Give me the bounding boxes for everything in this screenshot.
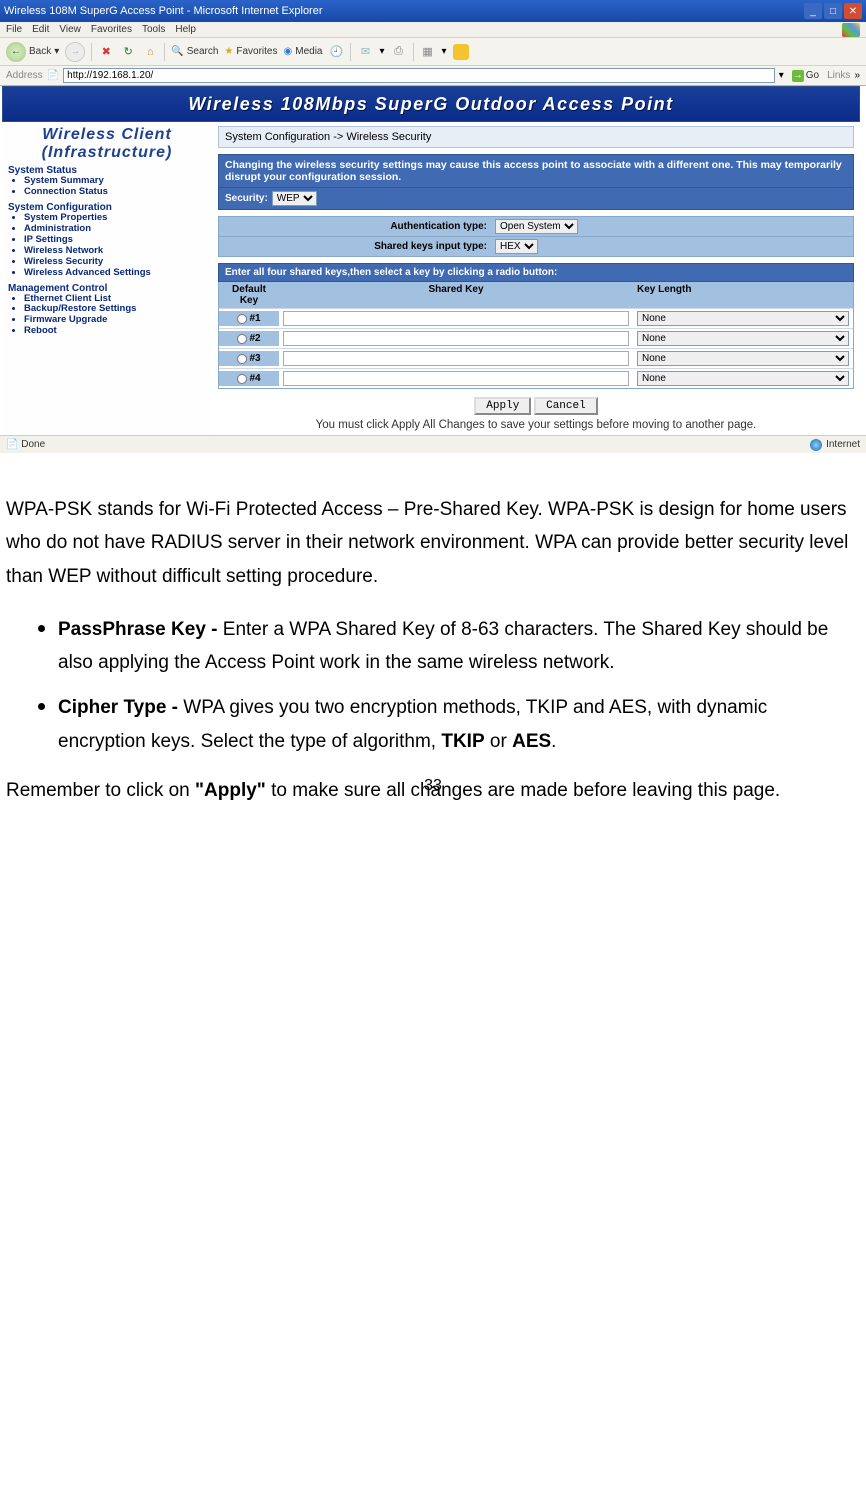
sidebar-item-wireless-advanced[interactable]: Wireless Advanced Settings <box>24 268 206 279</box>
stop-icon[interactable]: ✖ <box>98 44 114 60</box>
key1-input[interactable] <box>283 311 629 326</box>
edit-icon[interactable]: ▦ <box>420 44 436 60</box>
key-row-3: #3 None <box>219 348 853 368</box>
input-type-row: Shared keys input type: HEX <box>218 237 854 257</box>
status-bar: 📄 Done Internet <box>0 435 866 453</box>
sidebar-item-connection-status[interactable]: Connection Status <box>24 187 206 198</box>
search-button[interactable]: 🔍Search <box>171 46 218 57</box>
address-label: Address <box>6 70 43 81</box>
security-label: Security: <box>225 193 268 204</box>
dropdown-icon[interactable]: ▾ <box>779 70 784 81</box>
sidebar-item-wireless-security[interactable]: Wireless Security <box>24 257 206 268</box>
page-icon: 📄 <box>47 70 59 81</box>
bullet-passphrase: PassPhrase Key - Enter a WPA Shared Key … <box>58 609 860 680</box>
menu-tools[interactable]: Tools <box>142 24 165 35</box>
key4-input[interactable] <box>283 371 629 386</box>
ap-banner: Wireless 108Mbps SuperG Outdoor Access P… <box>2 86 860 122</box>
status-right: Internet <box>810 439 860 451</box>
menu-file[interactable]: File <box>6 24 22 35</box>
menu-favorites[interactable]: Favorites <box>91 24 132 35</box>
auth-row: Authentication type: Open System <box>218 216 854 237</box>
menu-bar: File Edit View Favorites Tools Help <box>0 22 866 38</box>
input-type-label: Shared keys input type: <box>219 239 493 254</box>
document-body: WPA-PSK stands for Wi-Fi Protected Acces… <box>0 453 866 807</box>
key-row-2: #2 None <box>219 328 853 348</box>
ie-toolbar: ← Back ▾ → ✖ ↻ ⌂ 🔍Search ★Favorites ◉Med… <box>0 38 866 66</box>
windows-logo-icon <box>842 23 860 37</box>
dropdown-icon[interactable]: ▾ <box>442 46 447 57</box>
maximize-button[interactable]: □ <box>824 3 842 19</box>
go-arrow-icon: → <box>792 70 804 82</box>
window-titlebar: Wireless 108M SuperG Access Point - Micr… <box>0 0 866 22</box>
breadcrumb: System Configuration -> Wireless Securit… <box>218 126 854 148</box>
key2-length-select[interactable]: None <box>637 331 849 346</box>
key2-input[interactable] <box>283 331 629 346</box>
col-shared-key: Shared Key <box>279 282 633 308</box>
favorites-button[interactable]: ★Favorites <box>224 46 277 57</box>
menu-edit[interactable]: Edit <box>32 24 49 35</box>
input-type-select[interactable]: HEX <box>495 239 538 254</box>
apply-button[interactable]: Apply <box>474 397 531 415</box>
star-icon: ★ <box>224 46 233 57</box>
key4-length-select[interactable]: None <box>637 371 849 386</box>
warning-box: Changing the wireless security settings … <box>218 154 854 188</box>
history-icon[interactable]: 🕘 <box>328 44 344 60</box>
auth-label: Authentication type: <box>219 219 493 234</box>
print-icon[interactable]: ⎙ <box>391 44 407 60</box>
expand-icon[interactable]: » <box>854 70 860 81</box>
links-label[interactable]: Links <box>827 70 850 81</box>
back-arrow-icon: ← <box>6 42 26 62</box>
bullet-cipher: Cipher Type - WPA gives you two encrypti… <box>58 687 860 758</box>
main-panel: System Configuration -> Wireless Securit… <box>212 122 860 435</box>
refresh-icon[interactable]: ↻ <box>120 44 136 60</box>
doc-para-1: WPA-PSK stands for Wi-Fi Protected Acces… <box>6 493 860 593</box>
sidebar: Wireless Client(Infrastructure) System S… <box>2 122 212 435</box>
address-input[interactable] <box>63 68 775 83</box>
status-left: 📄 Done <box>6 439 45 450</box>
go-button[interactable]: →Go <box>788 70 823 82</box>
media-button[interactable]: ◉Media <box>284 46 323 57</box>
close-button[interactable]: ✕ <box>844 3 862 19</box>
page-number: 33 <box>0 777 866 795</box>
menu-view[interactable]: View <box>59 24 81 35</box>
save-note: You must click Apply All Changes to save… <box>218 419 854 431</box>
keys-header-row: Default Key Shared Key Key Length <box>219 282 853 308</box>
key3-length-select[interactable]: None <box>637 351 849 366</box>
back-button[interactable]: ← Back ▾ <box>6 42 59 62</box>
keys-table-title: Enter all four shared keys,then select a… <box>218 263 854 282</box>
minimize-button[interactable]: _ <box>804 3 822 19</box>
key3-input[interactable] <box>283 351 629 366</box>
sidebar-item-reboot[interactable]: Reboot <box>24 326 206 337</box>
media-icon: ◉ <box>284 46 293 57</box>
auth-select[interactable]: Open System <box>495 219 578 234</box>
key-row-4: #4 None <box>219 368 853 388</box>
forward-button[interactable]: → <box>65 42 85 62</box>
mail-icon[interactable]: ✉ <box>357 44 373 60</box>
cancel-button[interactable]: Cancel <box>534 397 598 415</box>
messenger-icon[interactable] <box>453 44 469 60</box>
security-row: Security: WEP <box>218 188 854 210</box>
section-head-management: Management Control <box>8 283 206 294</box>
col-default-key: Default Key <box>219 282 279 308</box>
globe-icon <box>810 439 822 451</box>
key1-radio[interactable] <box>237 314 247 324</box>
key1-length-select[interactable]: None <box>637 311 849 326</box>
key3-radio[interactable] <box>237 354 247 364</box>
menu-help[interactable]: Help <box>175 24 196 35</box>
dropdown-icon[interactable]: ▾ <box>54 46 59 57</box>
security-select[interactable]: WEP <box>272 191 317 206</box>
sidebar-title: Wireless Client(Infrastructure) <box>8 126 206 161</box>
key-row-1: #1 None <box>219 308 853 328</box>
key4-radio[interactable] <box>237 374 247 384</box>
key2-radio[interactable] <box>237 334 247 344</box>
home-icon[interactable]: ⌂ <box>142 44 158 60</box>
window-title: Wireless 108M SuperG Access Point - Micr… <box>4 5 323 17</box>
dropdown-icon[interactable]: ▾ <box>379 46 384 57</box>
search-icon: 🔍 <box>171 46 183 57</box>
address-bar: Address 📄 ▾ →Go Links » <box>0 66 866 86</box>
col-key-length: Key Length <box>633 282 853 308</box>
